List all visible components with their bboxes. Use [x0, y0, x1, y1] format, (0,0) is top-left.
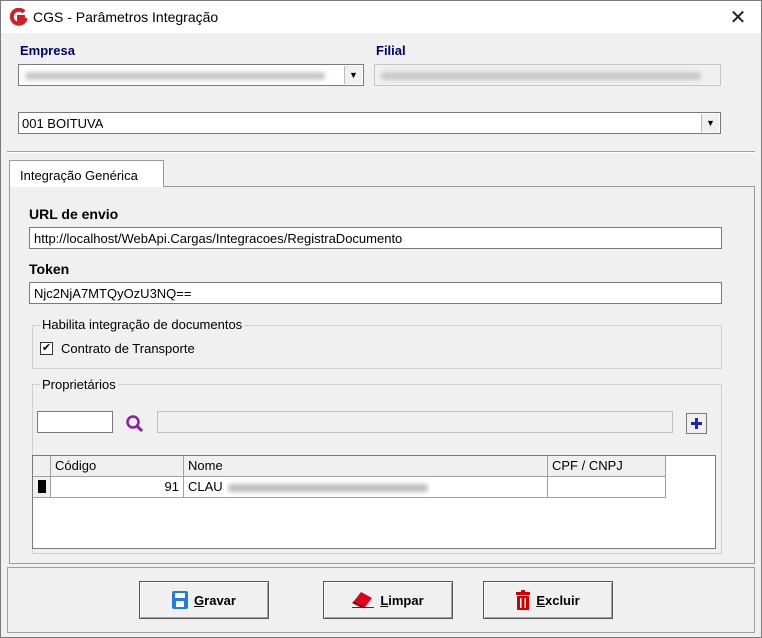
plus-icon	[691, 418, 702, 429]
search-icon[interactable]	[125, 414, 145, 437]
url-input[interactable]: http://localhost/WebApi.Cargas/Integraco…	[29, 227, 722, 249]
tab-panel: URL de envio http://localhost/WebApi.Car…	[9, 186, 755, 564]
chevron-down-icon[interactable]: ▼	[344, 66, 362, 84]
proprietario-code-input[interactable]	[37, 411, 113, 433]
habilita-group-title: Habilita integração de documentos	[40, 317, 245, 332]
grid-header-nome[interactable]: Nome	[184, 456, 548, 477]
contrato-label: Contrato de Transporte	[61, 341, 195, 356]
window-title: CGS - Parâmetros Integração	[33, 9, 219, 25]
table-cell-nome-text: CLAU	[188, 479, 223, 494]
grid-header-codigo[interactable]: Código	[51, 456, 184, 477]
token-input[interactable]: Njc2NjA7MTQyOzU3NQ==	[29, 282, 722, 304]
save-button[interactable]: Gravar	[139, 581, 269, 619]
redacted-name	[228, 483, 429, 492]
save-icon	[172, 591, 189, 609]
button-bar: Gravar Limpar Excluir	[7, 567, 755, 633]
tab-integracao-generica[interactable]: Integração Genérica	[9, 160, 164, 187]
proprietarios-group-title: Proprietários	[40, 377, 118, 392]
grid-header-cpf[interactable]: CPF / CNPJ	[548, 456, 666, 477]
row-indicator	[33, 477, 51, 498]
title-bar: CGS - Parâmetros Integração ✕	[1, 1, 761, 33]
token-label: Token	[29, 261, 70, 277]
current-row-marker-icon	[38, 480, 46, 493]
save-label-accel: G	[194, 592, 205, 608]
delete-label: xcluir	[544, 592, 580, 608]
empresa-label: Empresa	[20, 43, 75, 58]
save-label: ravar	[204, 592, 236, 608]
close-icon[interactable]: ✕	[715, 1, 761, 33]
empresa-company-select[interactable]: ▼	[18, 64, 364, 86]
filial-label: Filial	[376, 43, 406, 58]
contrato-checkbox[interactable]: ✔	[40, 342, 53, 355]
empresa-unit-select[interactable]: 001 BOITUVA ▼	[18, 112, 721, 134]
delete-button[interactable]: Excluir	[483, 581, 613, 619]
window: CGS - Parâmetros Integração ✕ Empresa ▼ …	[0, 0, 762, 638]
proprietarios-grid[interactable]: Código Nome CPF / CNPJ 91 CLAU	[32, 455, 716, 549]
grid-header-indicator	[33, 456, 51, 477]
url-label: URL de envio	[29, 206, 119, 222]
app-logo-icon	[9, 7, 29, 26]
filial-select	[374, 64, 721, 86]
add-button[interactable]	[686, 413, 707, 434]
redacted-company-name	[25, 72, 325, 80]
clear-label: impar	[388, 592, 424, 608]
eraser-icon	[352, 592, 375, 608]
empresa-unit-value: 001 BOITUVA	[22, 116, 104, 131]
trash-icon	[516, 590, 531, 610]
table-cell-codigo[interactable]: 91	[51, 477, 184, 498]
divider	[7, 151, 755, 153]
table-cell-cpf[interactable]	[548, 477, 666, 498]
delete-label-accel: E	[536, 592, 545, 608]
chevron-down-icon[interactable]: ▼	[701, 114, 719, 132]
proprietario-name-field	[157, 411, 673, 433]
redacted-branch-name	[381, 72, 701, 80]
table-cell-nome[interactable]: CLAU	[184, 477, 548, 498]
clear-button[interactable]: Limpar	[323, 581, 453, 619]
